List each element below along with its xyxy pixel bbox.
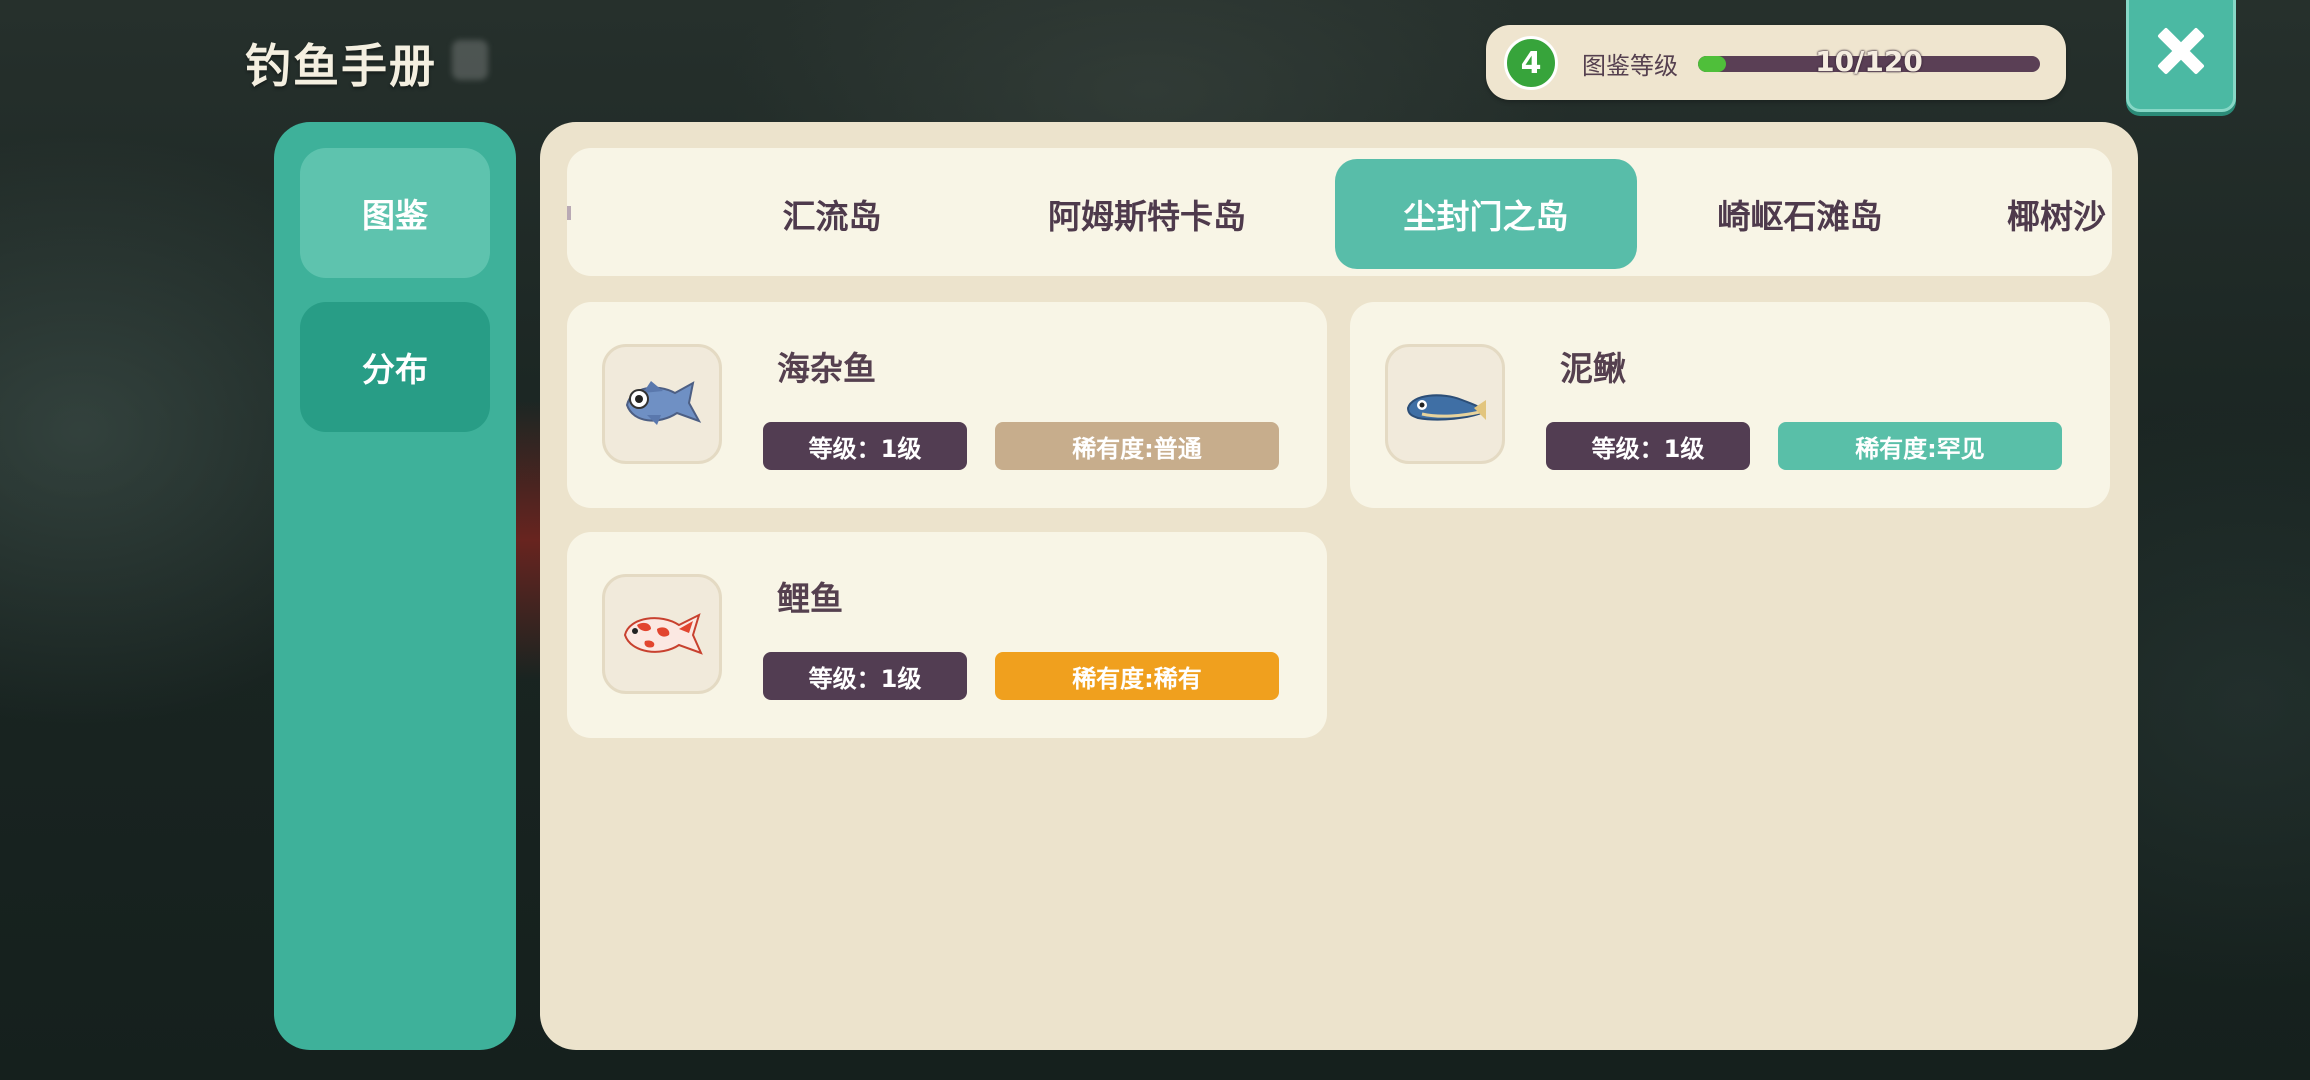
fish-icon-frame	[1385, 344, 1505, 464]
fish-card[interactable]: 泥鳅 等级：1级 稀有度:罕见	[1350, 302, 2110, 508]
sidebar-item-distribution[interactable]: 分布	[300, 302, 490, 432]
fish-icon-frame	[602, 344, 722, 464]
title-decoration	[452, 40, 488, 80]
fish-card[interactable]: 海杂鱼 等级：1级 稀有度:普通	[567, 302, 1327, 508]
close-icon	[2158, 28, 2204, 74]
sidebar-item-label: 分布	[362, 350, 428, 389]
level-progress-text: 10/120	[1815, 45, 1923, 78]
sidebar: 图鉴 分布	[274, 122, 516, 1050]
fish-rarity-badge: 稀有度:稀有	[995, 652, 1279, 700]
fish-name: 泥鳅	[1560, 349, 1626, 388]
fish-name: 海杂鱼	[777, 349, 876, 388]
level-badge: 4	[1504, 36, 1558, 90]
collection-level-bar: 4 图鉴等级 10/120	[1486, 25, 2066, 100]
island-tab-bar[interactable]: 汇流岛 阿姆斯特卡岛 尘封门之岛 崎岖石滩岛 椰树沙	[567, 148, 2112, 276]
main-panel: 汇流岛 阿姆斯特卡岛 尘封门之岛 崎岖石滩岛 椰树沙 海杂鱼 等级：1级 稀有度…	[540, 122, 2138, 1050]
page-title: 钓鱼手册	[245, 39, 437, 93]
fish-name: 鲤鱼	[777, 579, 843, 618]
fish-rarity-badge: 稀有度:罕见	[1778, 422, 2062, 470]
grey-fish-icon	[625, 381, 702, 425]
fish-level-badge: 等级：1级	[763, 652, 967, 700]
fish-icon-frame	[602, 574, 722, 694]
level-label: 图鉴等级	[1582, 52, 1678, 80]
sidebar-item-collection[interactable]: 图鉴	[300, 148, 490, 278]
tab-island-5[interactable]: 椰树沙	[2007, 159, 2112, 269]
tab-island-1[interactable]: 汇流岛	[722, 159, 942, 269]
close-button[interactable]	[2126, 0, 2236, 112]
fish-rarity-badge: 稀有度:普通	[995, 422, 1279, 470]
tab-island-2[interactable]: 阿姆斯特卡岛	[1022, 159, 1272, 269]
fish-card[interactable]: 鲤鱼 等级：1级 稀有度:稀有	[567, 532, 1327, 738]
koi-carp-icon	[623, 613, 703, 655]
tab-island-3[interactable]: 尘封门之岛	[1335, 159, 1637, 269]
sidebar-item-label: 图鉴	[362, 196, 428, 235]
fish-level-badge: 等级：1级	[763, 422, 967, 470]
fish-level-badge: 等级：1级	[1546, 422, 1750, 470]
loach-icon	[1406, 394, 1486, 421]
tab-island-4[interactable]: 崎岖石滩岛	[1685, 159, 1915, 269]
scroll-edge-indicator	[567, 206, 571, 220]
